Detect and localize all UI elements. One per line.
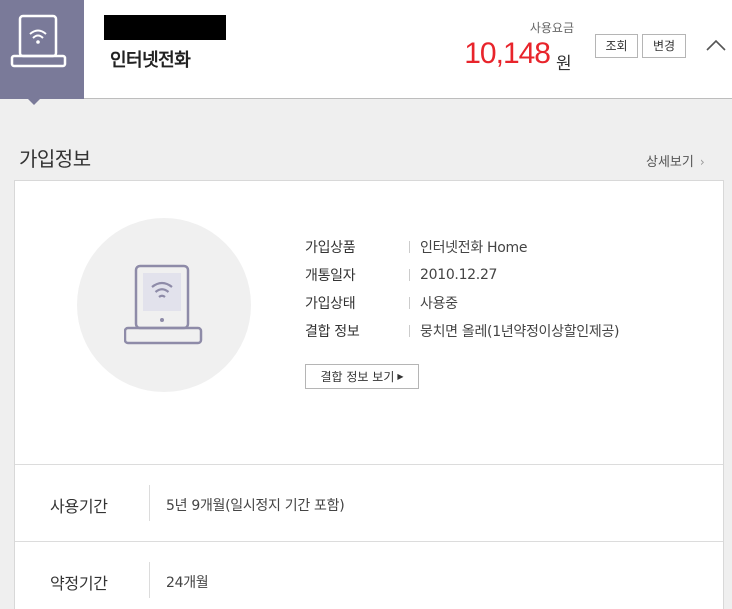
divider: [409, 297, 410, 309]
subscription-info-card: 가입상품 인터넷전화 Home 개통일자 2010.12.27 가입상태 사용중…: [14, 180, 724, 609]
period-label: 사용기간: [50, 497, 108, 516]
usage-period-row: 사용기간 5년 9개월(일시정지 기간 포함): [15, 465, 723, 541]
divider: [409, 325, 410, 337]
caret-right-icon: ▶: [397, 372, 404, 381]
tablet-wifi-icon: [124, 264, 203, 345]
info-row-status: 가입상태 사용중: [305, 293, 458, 313]
change-button[interactable]: 변경: [642, 34, 686, 58]
chevron-up-icon[interactable]: [705, 38, 727, 52]
chevron-right-icon: ›: [699, 155, 705, 169]
detail-view-link[interactable]: 상세보기 ›: [646, 151, 705, 170]
divider: [409, 269, 410, 281]
info-row-open-date: 개통일자 2010.12.27: [305, 265, 497, 285]
info-value: 2010.12.27: [420, 267, 498, 283]
fee-amount: 10,148: [464, 37, 551, 70]
info-value: 사용중: [420, 296, 458, 312]
contract-period-row: 약정기간 24개월: [15, 542, 723, 609]
service-header: 인터넷전화 사용요금 10,148 원 조회 변경: [0, 0, 732, 105]
fee-label: 사용요금: [529, 21, 574, 35]
info-label: 가입상태: [305, 296, 356, 312]
redacted-block: [104, 15, 226, 40]
detail-view-label: 상세보기: [646, 155, 694, 170]
info-row-bundle: 결합 정보 뭉치면 올레(1년약정이상할인제공): [305, 321, 620, 341]
tile-pointer: [28, 99, 40, 105]
info-value: 인터넷전화 Home: [420, 240, 528, 256]
period-value: 24개월: [166, 575, 209, 591]
divider: [149, 485, 150, 521]
info-label: 가입상품: [305, 240, 356, 256]
service-name: 인터넷전화: [110, 50, 191, 71]
bundle-info-button[interactable]: 결합 정보 보기 ▶: [305, 364, 419, 389]
info-row-product: 가입상품 인터넷전화 Home: [305, 237, 528, 257]
tablet-wifi-icon: [10, 14, 67, 68]
info-value: 뭉치면 올레(1년약정이상할인제공): [420, 324, 620, 340]
period-value: 5년 9개월(일시정지 기간 포함): [166, 498, 345, 514]
service-icon-tile: [0, 0, 84, 99]
bundle-info-button-label: 결합 정보 보기: [320, 370, 395, 384]
section-title: 가입정보: [19, 147, 91, 171]
period-label: 약정기간: [50, 574, 108, 593]
product-illustration: [77, 218, 251, 392]
inquiry-button[interactable]: 조회: [595, 34, 638, 58]
fee-unit: 원: [556, 54, 572, 74]
divider: [409, 241, 410, 253]
info-label: 결합 정보: [305, 324, 360, 340]
info-label: 개통일자: [305, 268, 356, 284]
divider: [149, 562, 150, 598]
